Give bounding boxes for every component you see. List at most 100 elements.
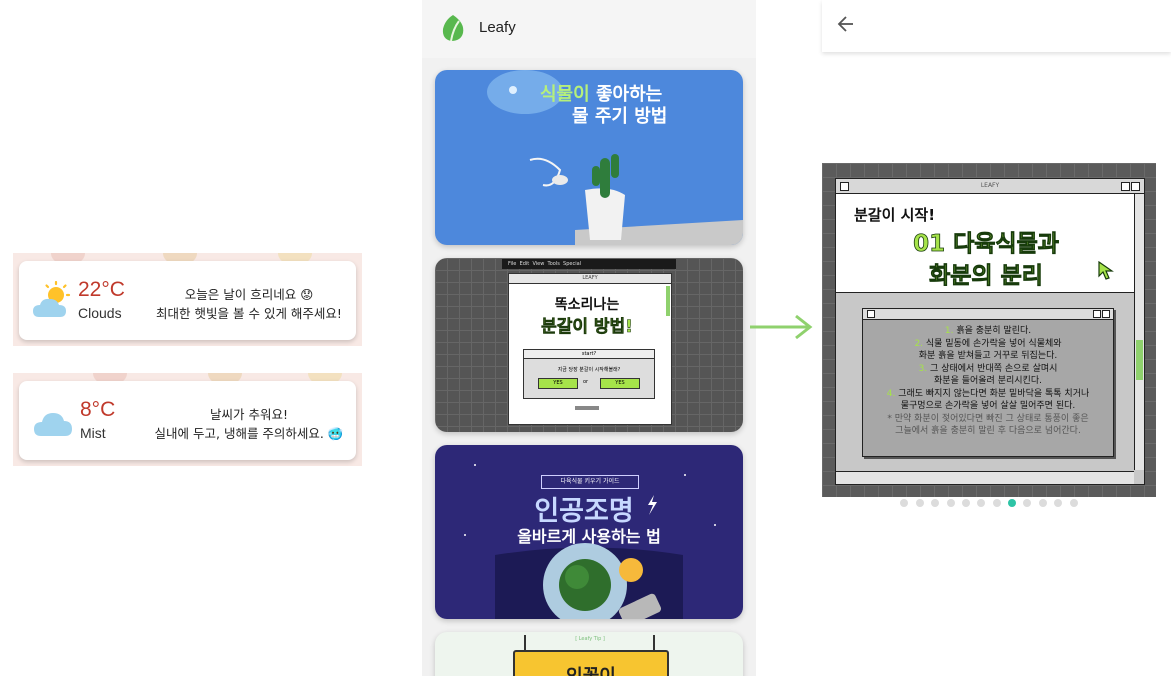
collapse-box-icon[interactable] <box>1131 182 1140 191</box>
progress-bar <box>575 406 599 410</box>
message-line: 실내에 두고, 냉해를 주의하세요. <box>154 426 324 441</box>
condition-label: Clouds <box>78 305 122 321</box>
dialog-title: start? <box>524 350 654 359</box>
scrollbar-track[interactable] <box>1134 194 1144 470</box>
weather-widget-mist: 8°C Mist 날씨가 추워요! 실내에 두고, 냉해를 주의하세요. 🥶 <box>13 373 362 466</box>
temperature: 8°C <box>80 398 116 421</box>
app-title: Leafy <box>479 19 516 36</box>
scrollbar[interactable] <box>666 286 670 316</box>
step-number: 1. <box>944 326 954 336</box>
weather-card: 8°C Mist 날씨가 추워요! 실내에 두고, 냉해를 주의하세요. 🥶 <box>19 381 356 460</box>
retro-window: LEAFY 분갈이 시작! 01 다육식물과 화분의 분리 1. 흙을 충분히 … <box>835 178 1145 485</box>
page-indicator <box>822 492 1156 507</box>
content-card-watering[interactable]: 식물이 좋아하는 물 주기 방법 <box>435 70 743 245</box>
message-line: 최대한 햇빛을 볼 수 있게 해주세요! <box>156 306 342 321</box>
steps-list: 1. 흙을 충분히 말린다. 2. 식물 밑동에 손가락을 넣어 식물체와 화분… <box>863 320 1113 438</box>
page-dot[interactable] <box>1038 499 1047 507</box>
menu-item: Edit <box>519 261 530 267</box>
app-header: Leafy <box>422 0 756 58</box>
step-line: 4. 그래도 빠지지 않는다면 화분 밑바닥을 톡톡 치거나 <box>863 388 1113 401</box>
cold-face-emoji: 🥶 <box>327 426 344 441</box>
message-line: 날씨가 추워요! <box>210 407 288 422</box>
page-dot[interactable] <box>1069 499 1078 507</box>
steps-panel: 1. 흙을 충분히 말린다. 2. 식물 밑동에 손가락을 넣어 식물체와 화분… <box>862 308 1114 457</box>
window-titlebar: LEAFY <box>836 179 1144 194</box>
step-line: 3. 그 상태에서 반대쪽 손으로 살며시 <box>863 363 1113 376</box>
title-rest: 좋아하는 <box>589 84 663 105</box>
title-line1: 똑소리나는 <box>554 297 620 313</box>
retro-window: LEAFY 똑소리나는 분갈이 방법! start? 지금 당장 분갈이 시작해… <box>508 273 672 425</box>
menu-item: Special <box>563 261 582 267</box>
content-card-lighting[interactable]: 다육식물 키우기 가이드 인공조명 올바르게 사용하는 법 <box>435 445 743 619</box>
page-dot[interactable] <box>992 499 1001 507</box>
heading-panel: 분갈이 시작! 01 다육식물과 화분의 분리 <box>836 194 1134 293</box>
page-dot[interactable] <box>931 499 940 507</box>
step-number: 4. <box>886 388 896 399</box>
scrollbar-thumb[interactable] <box>1136 340 1143 380</box>
page-dot[interactable] <box>961 499 970 507</box>
content-card-repotting[interactable]: File Edit View Tools Special LEAFY 똑소리나는… <box>435 258 743 432</box>
note-line: 그늘에서 흙을 충분히 말린 후 다음으로 넘어간다. <box>895 426 1081 436</box>
panel-titlebar <box>863 309 1113 320</box>
menu-item: View <box>532 261 545 267</box>
close-box-icon[interactable] <box>840 182 849 191</box>
detail-header <box>822 0 1171 52</box>
zoom-box-icon[interactable] <box>1093 310 1101 318</box>
page-dot-active[interactable] <box>1008 499 1017 507</box>
heading-line2: 화분의 분리 <box>929 263 1044 290</box>
step-number: 2. <box>914 338 924 349</box>
step-text: 그래도 빠지지 않는다면 화분 밑바닥을 톡톡 치거나 <box>898 388 1090 399</box>
start-dialog: start? 지금 당장 분갈이 시작해볼래? YES or YES <box>523 349 655 399</box>
collapse-box-icon[interactable] <box>1102 310 1110 318</box>
title-line2: 올바르게 사용하는 법 <box>517 527 661 546</box>
page-dot[interactable] <box>977 499 986 507</box>
sun-cloud-icon <box>33 281 71 317</box>
step-text: 그 상태에서 반대쪽 손으로 살며시 <box>930 363 1058 374</box>
step-text: 화분 흙을 받쳐들고 거꾸로 뒤집는다. <box>918 351 1058 361</box>
page-dot[interactable] <box>1023 499 1032 507</box>
detail-image: LEAFY 분갈이 시작! 01 다육식물과 화분의 분리 1. 흙을 충분히 … <box>822 163 1156 497</box>
temperature: 22°C <box>78 278 125 301</box>
sign-board: 인꽃이 <box>513 650 669 676</box>
menu-item: Tools <box>547 261 560 267</box>
window-title: LEAFY <box>509 274 671 284</box>
worried-face-emoji: 😟 <box>300 287 314 302</box>
yes-button[interactable]: YES <box>538 378 578 389</box>
weather-widget-clouds: 22°C Clouds 오늘은 날이 흐리네요 😟 최대한 햇빛을 볼 수 있게… <box>13 253 362 346</box>
page-dot[interactable] <box>900 499 909 507</box>
window-title: LEAFY <box>980 182 1000 189</box>
tip-label: [ Leafy Tip ] <box>575 636 605 642</box>
title-line2: 물 주기 방법 <box>572 106 668 127</box>
title-highlight: 식물이 <box>540 84 590 105</box>
detail-screen: LEAFY 분갈이 시작! 01 다육식물과 화분의 분리 1. 흙을 충분히 … <box>822 0 1171 676</box>
arrow-right-icon <box>750 314 813 340</box>
yes-button[interactable]: YES <box>600 378 640 389</box>
step-text: 식물 밑동에 손가락을 넣어 식물체와 <box>925 338 1062 349</box>
guide-tag: 다육식물 키우기 가이드 <box>541 475 639 489</box>
heading-small: 분갈이 시작! <box>854 206 936 224</box>
page-dot[interactable] <box>1054 499 1063 507</box>
weather-message: 날씨가 추워요! 실내에 두고, 냉해를 주의하세요. 🥶 <box>149 405 349 443</box>
step-line: 화분 흙을 받쳐들고 거꾸로 뒤집는다. <box>863 350 1113 363</box>
step-text: 흙을 충분히 말린다. <box>956 326 1032 336</box>
zoom-box-icon[interactable] <box>1121 182 1130 191</box>
condition-label: Mist <box>80 425 106 441</box>
leaf-logo-icon <box>442 15 464 42</box>
menu-item: File <box>508 261 517 267</box>
message-line: 오늘은 날이 흐리네요 <box>184 287 297 302</box>
heading-line1: 01 다육식물과 <box>913 231 1060 258</box>
page-dot[interactable] <box>915 499 924 507</box>
close-box-icon[interactable] <box>867 310 875 318</box>
back-arrow-icon[interactable] <box>837 15 855 33</box>
sign-title: 인꽃이 <box>515 662 667 676</box>
horizontal-scrollbar[interactable] <box>836 471 1134 484</box>
dialog-text: 지금 당장 분갈이 시작해볼래? <box>557 367 621 373</box>
step-line: 화분을 들어올려 분리시킨다. <box>863 375 1113 388</box>
page-dot[interactable] <box>946 499 955 507</box>
step-text: 화분을 들어올려 분리시킨다. <box>934 376 1042 386</box>
content-card-tip[interactable]: [ Leafy Tip ] 인꽃이 <box>435 632 743 676</box>
cloud-icon <box>34 413 72 436</box>
note-line: * 만약 화분이 젖어있다면 빠진 그 상태로 통풍이 좋은 <box>887 413 1089 424</box>
cursor-icon <box>1098 261 1114 280</box>
or-label: or <box>583 379 589 385</box>
